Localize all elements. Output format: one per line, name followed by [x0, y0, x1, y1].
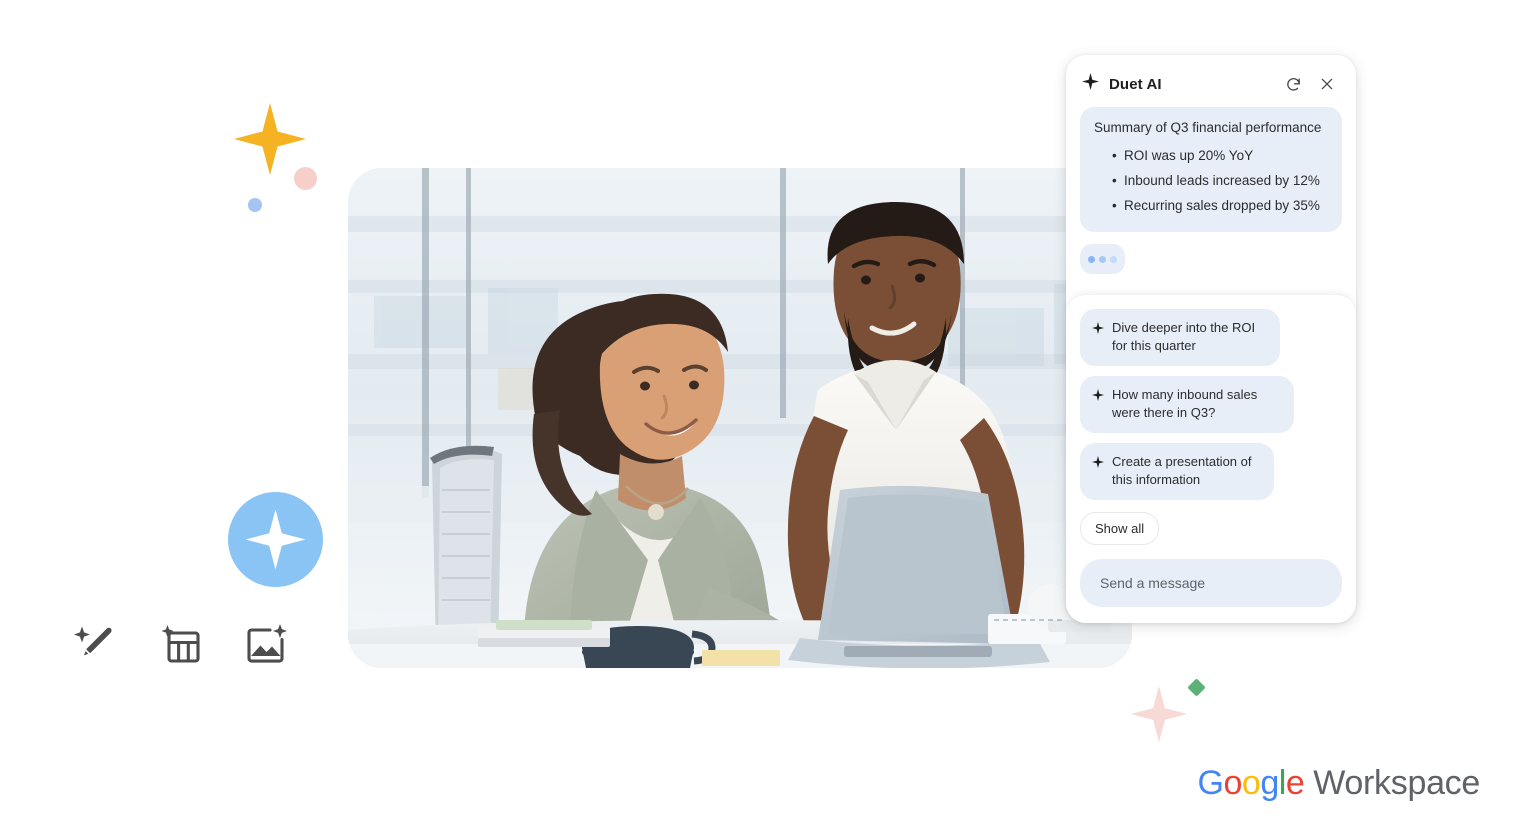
message-bullet-list: ROI was up 20% YoY Inbound leads increas… — [1094, 143, 1328, 218]
four-point-star-icon — [234, 103, 306, 175]
suggestion-chip-label: Create a presentation of this informatio… — [1112, 454, 1252, 487]
sparkle-icon — [1092, 388, 1104, 406]
typing-dot — [1088, 255, 1095, 263]
typing-dot — [1110, 255, 1117, 263]
refresh-icon[interactable] — [1280, 71, 1306, 97]
suggestion-chip-dive-deeper[interactable]: Dive deeper into the ROI for this quarte… — [1080, 309, 1280, 366]
blue-dot-icon — [248, 198, 262, 212]
suggestion-chip-label: How many inbound sales were there in Q3? — [1112, 387, 1258, 420]
workspace-wordmark: Workspace — [1313, 764, 1480, 802]
show-all-button[interactable]: Show all — [1080, 512, 1160, 545]
suggestion-chip-label: Dive deeper into the ROI for this quarte… — [1112, 320, 1256, 353]
four-point-star-icon — [1131, 686, 1187, 742]
duet-ai-panel: Duet AI Summary of Q3 financial performa… — [1066, 55, 1356, 623]
google-workspace-logo: Google Workspace — [1198, 764, 1481, 802]
magic-image-icon[interactable] — [242, 620, 290, 668]
logo-letter: G — [1197, 764, 1224, 802]
list-item: Inbound leads increased by 12% — [1112, 168, 1328, 193]
ai-sparkle-badge-icon — [228, 492, 323, 587]
green-diamond-icon — [1187, 678, 1206, 697]
duet-panel-title: Duet AI — [1109, 75, 1162, 93]
list-item: ROI was up 20% YoY — [1112, 143, 1328, 168]
sparkle-icon — [1092, 321, 1104, 339]
logo-letter: o — [1241, 764, 1261, 802]
ai-tool-icon-row — [72, 620, 290, 668]
suggestion-list: Dive deeper into the ROI for this quarte… — [1066, 294, 1356, 623]
duet-title-group: Duet AI — [1082, 73, 1272, 95]
page-canvas: Duet AI Summary of Q3 financial performa… — [0, 0, 1522, 828]
logo-letter: e — [1285, 764, 1305, 802]
suggestion-chip-create-presentation[interactable]: Create a presentation of this informatio… — [1080, 443, 1274, 500]
list-item: Recurring sales dropped by 35% — [1112, 193, 1328, 218]
sparkle-icon — [245, 509, 306, 570]
message-input[interactable] — [1098, 574, 1324, 592]
google-wordmark: Google — [1198, 766, 1305, 800]
pink-dot-icon — [294, 167, 317, 190]
message-heading: Summary of Q3 financial performance — [1094, 120, 1322, 135]
assistant-message: Summary of Q3 financial performance ROI … — [1080, 107, 1342, 232]
office-collaboration-photo — [348, 168, 1132, 668]
magic-table-icon[interactable] — [157, 620, 205, 668]
magic-write-icon[interactable] — [72, 620, 120, 668]
typing-indicator — [1080, 244, 1125, 274]
suggestion-chip-inbound-sales[interactable]: How many inbound sales were there in Q3? — [1080, 376, 1294, 433]
sparkle-icon — [1092, 455, 1104, 473]
message-composer[interactable] — [1080, 559, 1342, 607]
close-icon[interactable] — [1314, 71, 1340, 97]
logo-letter: o — [1223, 764, 1243, 802]
logo-letter: g — [1260, 764, 1279, 802]
sparkle-icon — [1082, 73, 1099, 95]
logo-letter: l — [1278, 764, 1287, 802]
duet-conversation: Summary of Q3 financial performance ROI … — [1066, 107, 1356, 280]
duet-panel-header: Duet AI — [1066, 55, 1356, 107]
typing-dot — [1099, 255, 1106, 263]
